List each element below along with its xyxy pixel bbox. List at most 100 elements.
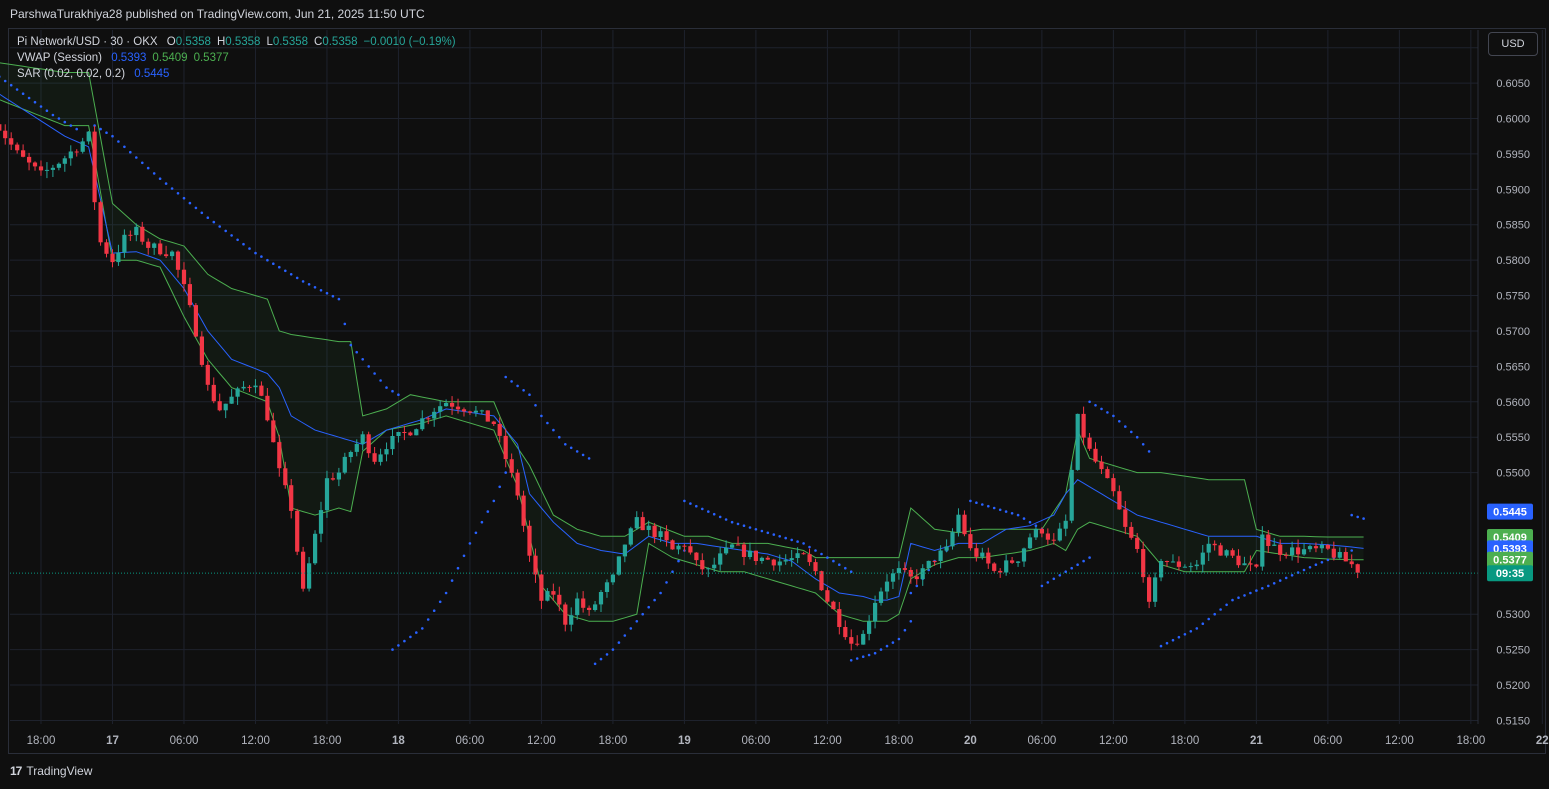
candle[interactable] <box>283 468 288 486</box>
candle[interactable] <box>1301 549 1307 555</box>
candle[interactable] <box>92 131 97 203</box>
candle[interactable] <box>831 601 836 610</box>
candle[interactable] <box>861 633 866 645</box>
candle[interactable] <box>932 560 937 562</box>
candle[interactable] <box>378 454 383 462</box>
candle[interactable] <box>539 574 544 601</box>
candle[interactable] <box>158 243 163 255</box>
candle[interactable] <box>718 553 723 565</box>
candle[interactable] <box>1004 560 1009 573</box>
candle[interactable] <box>271 420 276 443</box>
candle[interactable] <box>1170 561 1176 563</box>
candle[interactable] <box>199 336 204 365</box>
candle[interactable] <box>1307 546 1313 550</box>
candle[interactable] <box>9 138 14 145</box>
candle[interactable] <box>3 130 8 139</box>
candle[interactable] <box>1093 448 1098 462</box>
candle[interactable] <box>986 552 991 564</box>
candle[interactable] <box>747 550 753 557</box>
candle[interactable] <box>843 627 848 638</box>
candle[interactable] <box>360 434 365 444</box>
candle[interactable] <box>634 517 639 529</box>
candle[interactable] <box>1331 548 1336 558</box>
candle[interactable] <box>342 456 347 473</box>
candle[interactable] <box>62 158 67 164</box>
candle[interactable] <box>1355 564 1360 573</box>
symbol-legend-row[interactable]: Pi Network/USD · 30 · OKX O0.5358 H0.5358… <box>17 34 462 50</box>
price-chart[interactable]: 0.61000.60500.60000.59500.59000.58500.58… <box>0 0 1549 789</box>
candle[interactable] <box>128 234 133 236</box>
candle[interactable] <box>152 243 157 248</box>
currency-button[interactable]: USD <box>1488 32 1538 56</box>
candle[interactable] <box>1111 478 1116 492</box>
candle[interactable] <box>396 432 401 436</box>
candle[interactable] <box>980 552 985 557</box>
candle[interactable] <box>956 514 961 533</box>
candle[interactable] <box>408 432 413 436</box>
candle[interactable] <box>1057 528 1062 541</box>
candle[interactable] <box>604 582 610 592</box>
candle[interactable] <box>330 478 335 480</box>
candle[interactable] <box>467 411 473 413</box>
candle[interactable] <box>551 591 556 595</box>
candle[interactable] <box>1242 563 1247 566</box>
vwap-legend-row[interactable]: VWAP (Session) 0.5393 0.5409 0.5377 <box>17 50 462 66</box>
candle[interactable] <box>104 242 109 254</box>
candle[interactable] <box>420 418 425 430</box>
candle[interactable] <box>1182 566 1187 568</box>
candle[interactable] <box>1063 520 1068 529</box>
candle[interactable] <box>1325 545 1330 549</box>
candle[interactable] <box>628 528 633 545</box>
candle[interactable] <box>759 557 764 561</box>
candle[interactable] <box>259 385 264 396</box>
candle[interactable] <box>730 544 735 548</box>
candle[interactable] <box>1033 528 1038 538</box>
candle[interactable] <box>801 553 806 555</box>
candle[interactable] <box>223 403 228 411</box>
candle[interactable] <box>307 563 312 589</box>
candle[interactable] <box>777 561 782 566</box>
candle[interactable] <box>277 442 282 469</box>
candle[interactable] <box>229 396 234 404</box>
candle[interactable] <box>336 472 341 480</box>
candle[interactable] <box>652 525 657 537</box>
candle[interactable] <box>1010 560 1015 563</box>
candle[interactable] <box>116 252 121 263</box>
candle[interactable] <box>38 166 44 171</box>
candle[interactable] <box>700 560 705 570</box>
candle[interactable] <box>1278 544 1283 555</box>
candle[interactable] <box>873 602 878 622</box>
candle[interactable] <box>962 514 967 535</box>
candle[interactable] <box>295 510 300 552</box>
candle[interactable] <box>1135 537 1140 549</box>
candle[interactable] <box>253 385 258 388</box>
candle[interactable] <box>1045 533 1050 540</box>
candle[interactable] <box>181 269 187 285</box>
candle[interactable] <box>944 546 949 551</box>
candle[interactable] <box>1319 545 1324 549</box>
candle[interactable] <box>878 591 884 603</box>
candle[interactable] <box>1254 564 1259 567</box>
candle[interactable] <box>1069 469 1074 521</box>
candle[interactable] <box>1313 546 1319 549</box>
candle[interactable] <box>688 546 693 553</box>
candle[interactable] <box>175 251 181 270</box>
candle[interactable] <box>569 615 574 625</box>
candle[interactable] <box>849 637 854 644</box>
candle[interactable] <box>134 226 139 236</box>
candle[interactable] <box>491 421 496 424</box>
candle[interactable] <box>682 545 687 547</box>
candle[interactable] <box>348 452 353 457</box>
candle[interactable] <box>509 459 514 473</box>
candle[interactable] <box>1164 561 1170 562</box>
candle[interactable] <box>1123 509 1128 527</box>
candle[interactable] <box>21 150 26 157</box>
candle[interactable] <box>98 202 103 243</box>
candle[interactable] <box>402 432 407 433</box>
candle[interactable] <box>825 590 830 602</box>
candle[interactable] <box>438 406 443 412</box>
candle[interactable] <box>1343 552 1348 562</box>
candle[interactable] <box>819 571 824 591</box>
candle[interactable] <box>753 550 758 561</box>
candle[interactable] <box>1248 563 1253 565</box>
